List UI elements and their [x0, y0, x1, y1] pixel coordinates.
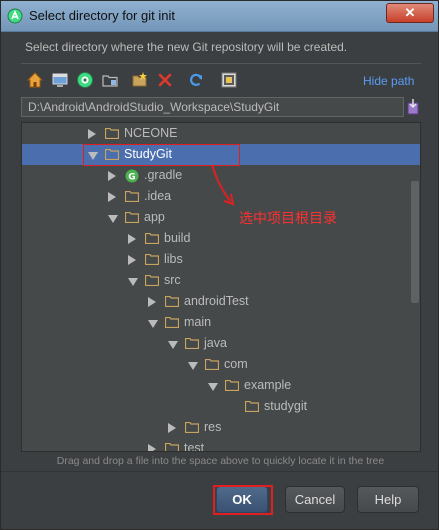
folder-icon	[145, 233, 159, 244]
android-project-icon[interactable]	[76, 71, 94, 89]
tree-row-label: main	[184, 315, 212, 329]
android-studio-icon	[7, 8, 23, 24]
tree-row[interactable]: libs	[22, 249, 420, 270]
tree-row-label: build	[164, 231, 191, 245]
annotation-highlight-ok	[213, 485, 273, 515]
collapse-arrow-icon[interactable]	[168, 341, 178, 349]
tree-row[interactable]: src	[22, 270, 420, 291]
folder-icon	[225, 380, 239, 391]
annotation-text: 选中项目根目录	[239, 211, 337, 227]
tree-row-label: studygit	[264, 399, 308, 413]
tree-row[interactable]: build	[22, 228, 420, 249]
expand-arrow-icon[interactable]	[148, 444, 156, 451]
dialog-description: Select directory where the new Git repos…	[25, 40, 348, 54]
folder-icon	[125, 212, 139, 223]
module-folder-icon[interactable]	[101, 71, 119, 89]
help-button[interactable]: Help	[357, 486, 419, 513]
desktop-icon[interactable]	[51, 71, 69, 89]
folder-icon	[185, 422, 199, 433]
tree-row[interactable]: studygit	[22, 396, 420, 417]
expand-arrow-icon[interactable]	[108, 171, 116, 181]
title-bar[interactable]: Select directory for git init ✕	[1, 1, 438, 32]
tree-row-label: java	[204, 336, 227, 350]
expand-arrow-icon[interactable]	[128, 255, 136, 265]
show-hidden-icon[interactable]	[220, 71, 238, 89]
tree-row[interactable]: example	[22, 375, 420, 396]
divider	[1, 471, 438, 472]
tree-row-label: example	[244, 378, 292, 392]
expand-arrow-icon[interactable]	[128, 234, 136, 244]
tree-row[interactable]: main	[22, 312, 420, 333]
collapse-arrow-icon[interactable]	[148, 320, 158, 328]
tree-row-label: NCEONE	[124, 126, 178, 140]
expand-arrow-icon[interactable]	[108, 192, 116, 202]
tree-row-label: .gradle	[144, 168, 183, 182]
tree-row[interactable]: test	[22, 438, 420, 452]
collapse-arrow-icon[interactable]	[128, 278, 138, 286]
folder-icon	[205, 359, 219, 370]
tree-row-label: libs	[164, 252, 183, 266]
close-button[interactable]: ✕	[386, 3, 434, 23]
hide-path-link[interactable]: Hide path	[363, 74, 414, 88]
expand-arrow-icon[interactable]	[148, 297, 156, 307]
refresh-icon[interactable]	[187, 71, 205, 89]
folder-icon	[105, 128, 119, 139]
folder-icon	[185, 338, 199, 349]
new-folder-icon[interactable]	[131, 71, 149, 89]
expand-arrow-icon[interactable]	[168, 423, 176, 433]
tree-row[interactable]: NCEONE	[22, 123, 420, 144]
tree-row[interactable]: java	[22, 333, 420, 354]
dialog-title: Select directory for git init	[29, 8, 175, 23]
drag-drop-hint: Drag and drop a file into the space abov…	[56, 455, 385, 467]
expand-arrow-icon[interactable]	[88, 129, 96, 139]
tree-row[interactable]: com	[22, 354, 420, 375]
path-history-icon[interactable]	[406, 98, 420, 116]
folder-icon	[165, 443, 179, 451]
cancel-button[interactable]: Cancel	[285, 486, 345, 513]
svg-text:G: G	[128, 173, 135, 183]
tree-row[interactable]: androidTest	[22, 291, 420, 312]
folder-icon	[245, 401, 259, 412]
delete-icon[interactable]	[156, 71, 174, 89]
folder-icon	[125, 191, 139, 202]
tree-row-label: androidTest	[184, 294, 249, 308]
folder-icon	[165, 317, 179, 328]
divider	[21, 63, 421, 64]
annotation-arrow	[211, 164, 235, 206]
git-init-dialog: Select directory for git init ✕ Select d…	[0, 0, 439, 530]
folder-icon	[145, 254, 159, 265]
toolbar	[21, 67, 421, 95]
path-input[interactable]: D:\Android\AndroidStudio_Workspace\Study…	[21, 97, 404, 117]
tree-row-label: res	[204, 420, 222, 434]
tree-row-label: app	[144, 210, 165, 224]
folder-icon	[145, 275, 159, 286]
tree-row[interactable]: app	[22, 207, 420, 228]
gradle-icon: G	[125, 169, 139, 183]
home-icon[interactable]	[26, 71, 44, 89]
collapse-arrow-icon[interactable]	[208, 383, 218, 391]
folder-icon	[165, 296, 179, 307]
collapse-arrow-icon[interactable]	[108, 215, 118, 223]
tree-row-label: src	[164, 273, 181, 287]
tree-row[interactable]: res	[22, 417, 420, 438]
tree-row-label: test	[184, 441, 205, 452]
scroll-thumb[interactable]	[411, 181, 419, 303]
collapse-arrow-icon[interactable]	[188, 362, 198, 370]
tree-row-label: com	[224, 357, 248, 371]
tree-row-label: .idea	[144, 189, 172, 203]
tree-scrollbar[interactable]	[410, 123, 420, 451]
